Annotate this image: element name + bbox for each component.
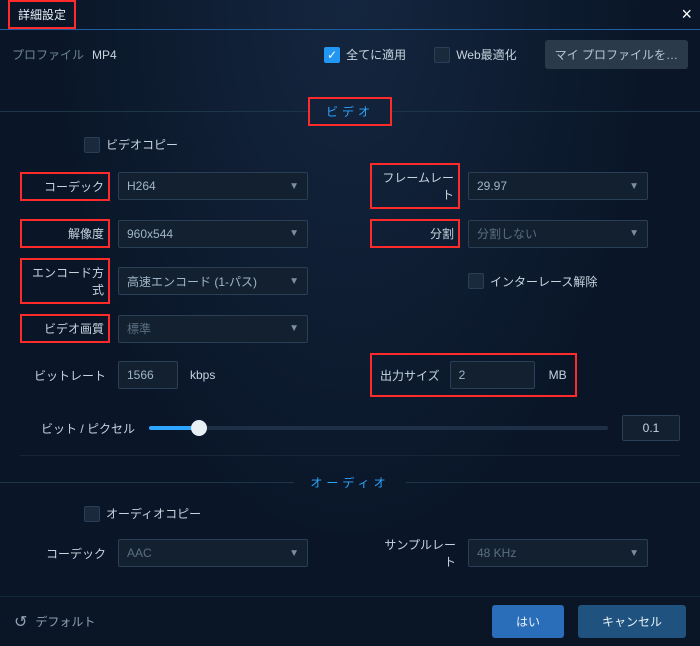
divider [406, 482, 700, 483]
audio-codec-value: AAC [127, 546, 152, 560]
chevron-down-icon: ▼ [289, 228, 299, 239]
quality-select[interactable]: 標準 ▼ [118, 315, 308, 343]
framerate-label: フレームレート [370, 163, 460, 209]
resolution-value: 960x544 [127, 227, 173, 241]
undo-icon: ↺ [14, 612, 27, 632]
bitrate-input[interactable]: 1566 [118, 361, 178, 389]
video-copy-label: ビデオコピー [106, 136, 178, 153]
dialog-title: 詳細設定 [8, 0, 76, 29]
framerate-value: 29.97 [477, 179, 507, 193]
split-label: 分割 [370, 219, 460, 248]
divider [0, 482, 294, 483]
divider [0, 111, 308, 112]
checkbox-empty-icon [468, 273, 484, 289]
audio-codec-select[interactable]: AAC ▼ [118, 539, 308, 567]
split-value: 分割しない [477, 225, 537, 242]
chevron-down-icon: ▼ [289, 181, 299, 192]
chevron-down-icon: ▼ [629, 228, 639, 239]
bitrate-label: ビットレート [20, 363, 110, 388]
encode-label: エンコード方式 [20, 258, 110, 304]
framerate-select[interactable]: 29.97 ▼ [468, 172, 648, 200]
samplerate-value: 48 KHz [477, 546, 516, 560]
output-label: 出力サイズ [380, 367, 440, 384]
output-size-group: 出力サイズ 2 MB [370, 353, 577, 397]
apply-all-checkbox[interactable]: ✓ 全てに適用 [324, 46, 406, 63]
check-icon: ✓ [324, 47, 340, 63]
video-section-title: ビデオ [308, 97, 392, 126]
audio-copy-label: オーディオコピー [106, 505, 201, 522]
reset-label: デフォルト [35, 613, 95, 630]
apply-all-label: 全てに適用 [346, 46, 406, 63]
bitrate-value: 1566 [127, 368, 154, 382]
codec-select[interactable]: H264 ▼ [118, 172, 308, 200]
cancel-button[interactable]: キャンセル [578, 605, 686, 638]
output-value: 2 [459, 368, 466, 382]
bpp-label: ビット / ピクセル [20, 420, 135, 437]
bpp-slider[interactable] [149, 426, 608, 430]
bitrate-unit: kbps [190, 368, 215, 382]
resolution-select[interactable]: 960x544 ▼ [118, 220, 308, 248]
output-input[interactable]: 2 [450, 361, 535, 389]
codec-value: H264 [127, 179, 156, 193]
chevron-down-icon: ▼ [629, 181, 639, 192]
audio-section-title: オーディオ [294, 470, 405, 495]
divider [392, 111, 700, 112]
resolution-label: 解像度 [20, 219, 110, 248]
profile-value: MP4 [92, 48, 117, 62]
web-optimize-checkbox[interactable]: Web最適化 [434, 46, 516, 63]
video-copy-checkbox[interactable]: ビデオコピー [84, 136, 178, 153]
output-unit: MB [549, 368, 567, 382]
audio-copy-checkbox[interactable]: オーディオコピー [84, 505, 201, 522]
deinterlace-label: インターレース解除 [490, 273, 597, 290]
web-optimize-label: Web最適化 [456, 46, 516, 63]
split-select[interactable]: 分割しない ▼ [468, 220, 648, 248]
chevron-down-icon: ▼ [289, 276, 299, 287]
my-profile-button[interactable]: マイ プロファイルを… [545, 40, 688, 69]
slider-thumb[interactable] [191, 420, 207, 436]
samplerate-select[interactable]: 48 KHz ▼ [468, 539, 648, 567]
deinterlace-checkbox[interactable]: インターレース解除 [468, 273, 597, 290]
codec-label: コーデック [20, 172, 110, 201]
ok-button[interactable]: はい [492, 605, 564, 638]
quality-value: 標準 [127, 320, 151, 337]
checkbox-empty-icon [434, 47, 450, 63]
chevron-down-icon: ▼ [289, 548, 299, 559]
chevron-down-icon: ▼ [629, 548, 639, 559]
samplerate-label: サンプルレート [370, 532, 460, 574]
divider [20, 455, 680, 456]
bpp-value: 0.1 [622, 415, 680, 441]
chevron-down-icon: ▼ [289, 323, 299, 334]
encode-select[interactable]: 高速エンコード (1-パス) ▼ [118, 267, 308, 295]
close-icon[interactable]: × [681, 4, 692, 25]
checkbox-empty-icon [84, 506, 100, 522]
quality-label: ビデオ画質 [20, 314, 110, 343]
audio-codec-label: コーデック [20, 541, 110, 566]
encode-value: 高速エンコード (1-パス) [127, 273, 257, 290]
profile-label: プロファイル [12, 46, 84, 63]
checkbox-empty-icon [84, 137, 100, 153]
reset-button[interactable]: ↺ デフォルト [14, 612, 95, 632]
